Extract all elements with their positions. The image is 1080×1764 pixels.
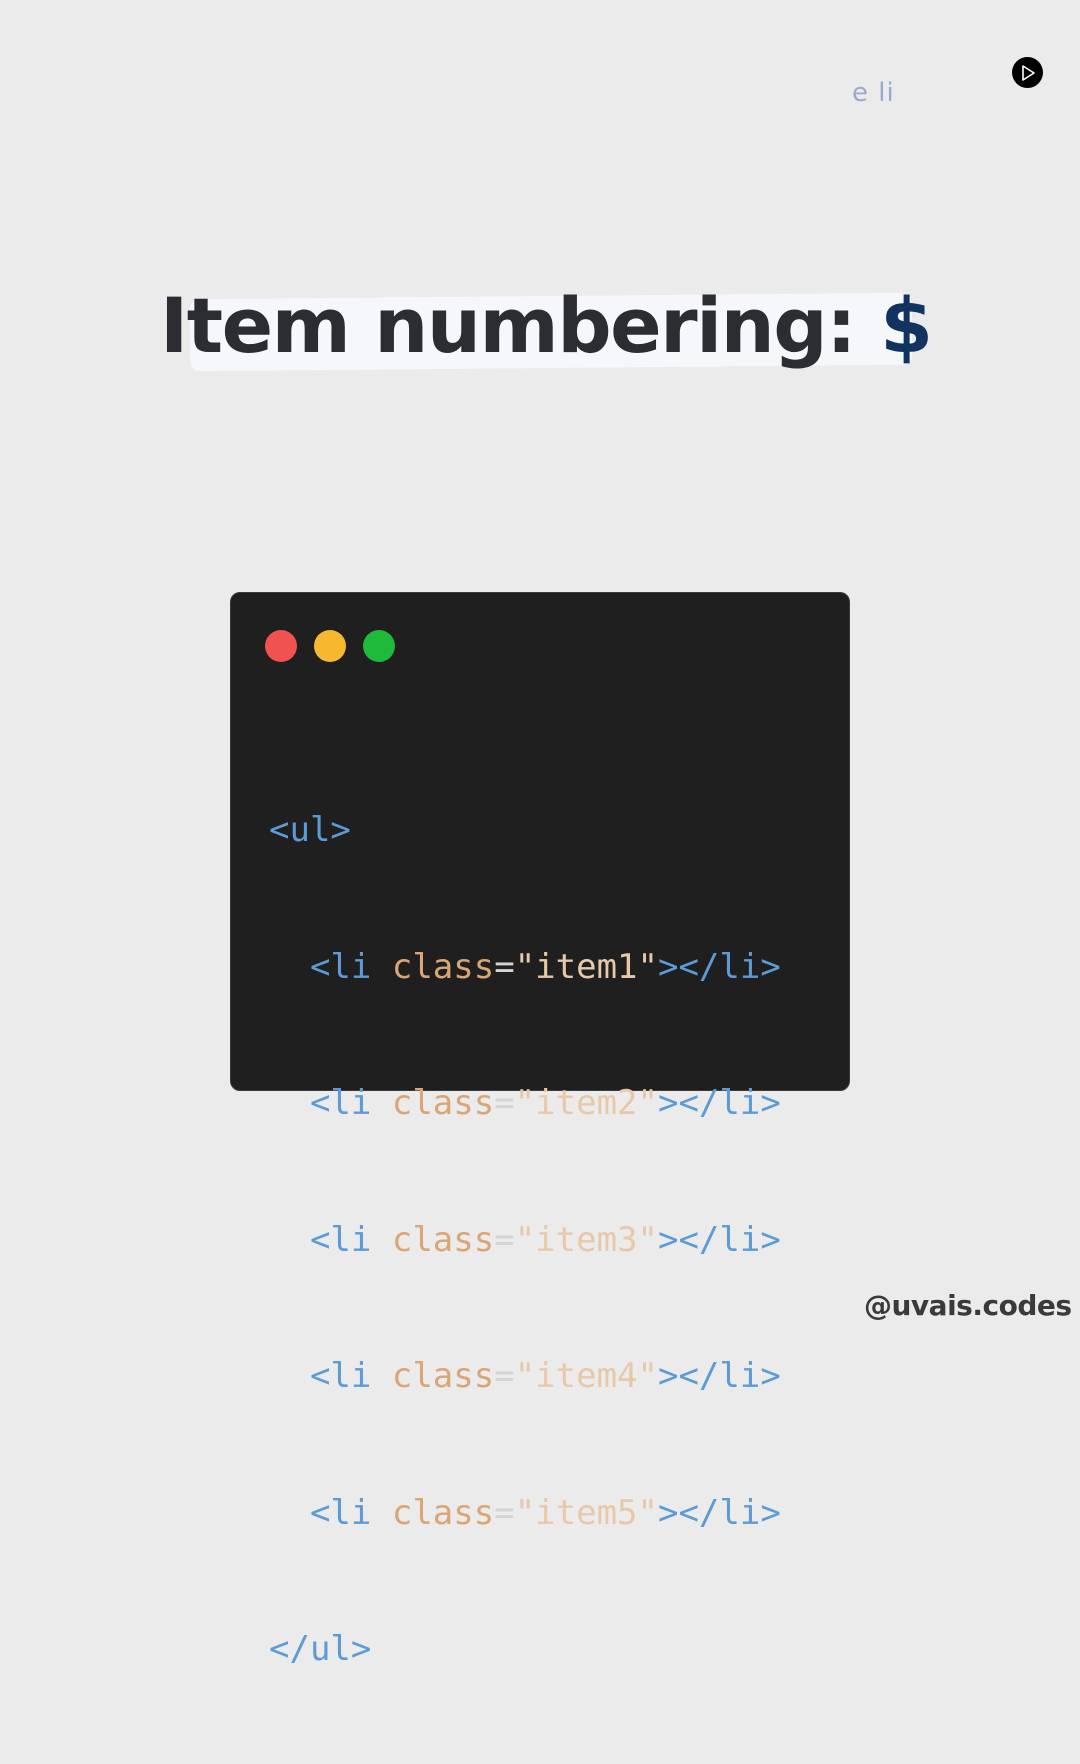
code-tag: ></li> (657, 1356, 781, 1396)
headline-symbol: $ (880, 281, 933, 370)
code-tag: ></li> (657, 1083, 781, 1123)
page-title: Item numbering: $ (160, 278, 933, 374)
code-tag: <li (309, 1083, 392, 1123)
code-tag: ></li> (657, 946, 781, 987)
code-tag: <li (309, 946, 392, 987)
code-line: <li class="item2"></li> (309, 1083, 781, 1123)
code-attr: class (391, 946, 495, 987)
play-icon (1021, 64, 1035, 81)
headline-text: Item numbering: (160, 281, 857, 370)
code-line: <li class="item5"></li> (309, 1492, 781, 1533)
code-tag: <li (309, 1492, 392, 1533)
code-tag: </ul> (269, 1629, 372, 1669)
code-tag: <li (309, 1356, 392, 1396)
faint-overlay-text: e li (852, 78, 895, 108)
code-string: "item4" (514, 1356, 658, 1396)
code-string: "item3" (514, 1219, 658, 1260)
play-button[interactable] (1012, 57, 1043, 88)
maximize-dot (363, 630, 395, 662)
author-handle: @uvais.codes (864, 1289, 1072, 1322)
code-line: <ul> (269, 808, 781, 854)
code-window: <ul> <li class="item1"></li> <li class="… (230, 592, 850, 1669)
code-string: "item2" (514, 1083, 658, 1123)
code-line: </ul> (269, 1627, 781, 1673)
code-string: "item5" (514, 1492, 658, 1533)
code-block: <ul> <li class="item1"></li> <li class="… (269, 717, 781, 1764)
code-string: "item1" (514, 946, 658, 987)
code-tag: <ul> (269, 810, 351, 850)
code-tag: ></li> (657, 1219, 781, 1260)
code-attr: class (391, 1219, 495, 1260)
code-tag: ></li> (657, 1492, 781, 1533)
headline-block: Item numbering: $ (160, 278, 933, 388)
minimize-dot (314, 630, 346, 662)
code-line: <li class="item4"></li> (309, 1356, 781, 1396)
window-controls (265, 630, 395, 662)
code-attr: class (391, 1492, 495, 1533)
code-attr: class (391, 1356, 495, 1396)
code-attr: class (391, 1083, 495, 1123)
code-line: <li class="item1"></li> (309, 946, 781, 987)
close-dot (265, 630, 297, 662)
code-tag: <li (309, 1219, 392, 1260)
code-line: <li class="item3"></li> (309, 1219, 781, 1260)
